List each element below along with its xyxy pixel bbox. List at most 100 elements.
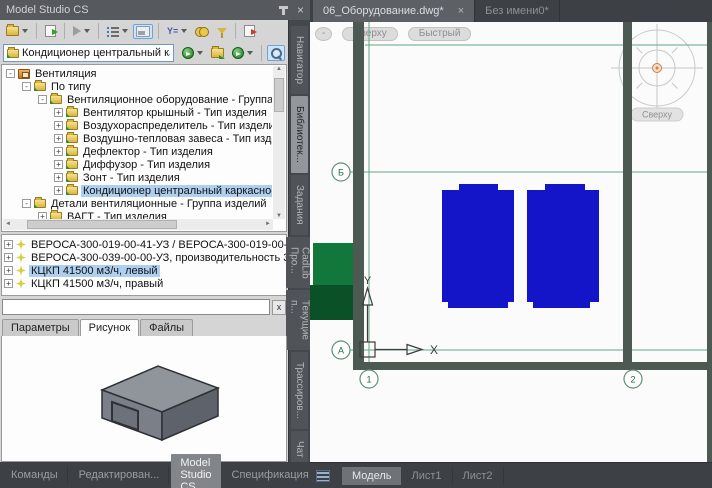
tree-item[interactable]: +Воздухораспределитель - Тип изделия [4,119,272,132]
document-tab[interactable]: Без имени0* [475,0,560,22]
tree-horizontal-scrollbar[interactable]: ◄ ► [3,219,273,230]
separator [64,23,65,39]
dropdown-caret-icon[interactable] [22,29,28,33]
collapse-icon[interactable]: - [38,95,47,104]
find-button[interactable] [192,25,212,38]
filter-clear-button[interactable]: x [272,300,286,315]
tree-item[interactable]: -По типу [4,80,272,93]
expand-icon[interactable]: + [54,147,63,156]
import-object-button[interactable] [42,23,59,39]
expand-icon[interactable]: + [54,160,63,169]
layout-tab-bar: МодельЛист1Лист2 [310,462,712,488]
expand-icon[interactable]: + [4,240,13,249]
dropdown-caret-icon[interactable] [84,29,90,33]
duct-fitting[interactable] [313,243,358,285]
expand-icon[interactable]: + [54,121,63,130]
collapse-icon[interactable]: - [6,69,15,78]
display-toggle-button[interactable] [133,24,153,39]
close-icon[interactable]: × [297,4,304,16]
insert-play-button[interactable] [70,24,93,38]
tree-item[interactable]: -Вентиляционное оборудование - Группа из [4,93,272,106]
sheet-tab[interactable]: Лист2 [453,467,504,485]
equipment-unit[interactable] [442,184,514,308]
workspace-tab[interactable]: Редактирован... [70,466,170,484]
equipment-unit[interactable] [527,184,599,308]
ucs-icon: YX [360,275,438,357]
expand-icon[interactable]: + [38,212,47,219]
scroll-right-icon[interactable]: ► [265,221,271,227]
tree-item[interactable]: -Детали вентиляционные - Группа изделий [4,197,272,210]
tree-item[interactable]: +Кондиционер центральный каркасно-пан [4,184,272,197]
dropdown-caret-icon[interactable] [181,29,187,33]
scroll-left-icon[interactable]: ◄ [5,221,11,227]
expand-icon[interactable]: + [54,186,63,195]
sheet-tab[interactable]: Модель [342,467,401,485]
ucs-x-label: X [430,343,438,357]
side-tab[interactable]: Навигатор [291,26,308,94]
edit-mode-button[interactable] [267,45,285,61]
view-direction-button[interactable]: Сверху [342,27,397,41]
view-compass[interactable]: Сверху [611,24,703,121]
collapse-icon[interactable]: - [22,82,31,91]
scroll-down-icon[interactable]: ▼ [276,213,282,219]
filter-row: x [0,296,288,318]
list-item[interactable]: +КЦКП 41500 м3/ч, левый [4,264,284,277]
expand-icon[interactable]: + [4,279,13,288]
workspace-tab[interactable]: Model Studio CS [171,454,220,488]
tree-item[interactable]: +Диффузор - Тип изделия [4,158,272,171]
expand-icon[interactable]: + [4,253,13,262]
duct-fitting[interactable] [310,285,358,320]
filter-funnel-button[interactable] [214,26,230,36]
dropdown-caret-icon[interactable] [197,51,203,55]
tree-item[interactable]: -Вентиляция [4,67,272,80]
separator [235,23,236,39]
scrollbar-thumb[interactable] [274,78,284,112]
workspace-tab[interactable]: Команды [2,466,68,484]
export-library-button[interactable] [3,24,31,38]
tab-Рисунок[interactable]: Рисунок [80,319,140,337]
search-combo-input[interactable] [22,47,170,59]
layout-list-icon[interactable] [316,470,330,482]
tab-Файлы[interactable]: Файлы [140,319,193,336]
filter-expression-button[interactable]: Y= [164,24,190,39]
viewport-menu-button[interactable]: - [315,27,332,41]
tree-item[interactable]: +Зонт - Тип изделия [4,171,272,184]
sheet-tab[interactable]: Лист1 [401,467,452,485]
dropdown-caret-icon[interactable] [122,29,128,33]
side-tab[interactable]: Библиотек... [291,96,308,173]
side-tab[interactable]: Задания [291,175,308,235]
expand-icon[interactable]: + [54,134,63,143]
scroll-up-icon[interactable]: ▲ [276,66,282,72]
side-tab[interactable]: Трассиров... [291,352,308,429]
document-tab[interactable]: 06_Оборудование.dwg*× [313,0,475,22]
library-toolbar-secondary [0,42,288,64]
close-tab-icon[interactable]: × [458,5,464,17]
list-item[interactable]: +КЦКП 41500 м3/ч, правый [4,277,284,290]
tree-vertical-scrollbar[interactable]: ▲ ▼ [273,66,285,219]
tab-Параметры[interactable]: Параметры [2,319,79,336]
drawing-viewport[interactable]: -СверхуБыстрый СверхуБА12YX [310,22,712,462]
workspace-tab[interactable]: Спецификация [223,466,319,484]
tree-item[interactable]: +Вентилятор крышный - Тип изделия [4,106,272,119]
insert-object-button[interactable] [179,45,206,61]
folder-open-icon [211,48,224,58]
collapse-icon[interactable]: - [22,199,31,208]
dropdown-caret-icon[interactable] [247,51,253,55]
refresh-library-button[interactable] [229,45,256,61]
tree-item[interactable]: +Дефлектор - Тип изделия [4,145,272,158]
filter-input[interactable] [2,299,270,315]
expand-icon[interactable]: + [54,173,63,182]
tree-item[interactable]: +Воздушно-тепловая завеса - Тип издели [4,132,272,145]
view-options-button[interactable] [104,24,131,39]
scrollbar-thumb[interactable] [27,220,177,229]
list-item[interactable]: +ВЕРОСА-300-019-00-41-УЗ / ВЕРОСА-300-01… [4,238,284,251]
search-combo[interactable] [3,44,174,62]
pin-icon[interactable] [282,6,285,15]
expand-icon[interactable]: + [54,108,63,117]
visual-style-button[interactable]: Быстрый [408,27,472,41]
open-library-button[interactable] [208,46,227,60]
list-item[interactable]: +ВЕРОСА-300-039-00-00-УЗ, производительн… [4,251,284,264]
expand-icon[interactable]: + [4,266,13,275]
tree-item[interactable]: +ВАГТ - Тип изделия [4,210,272,219]
export-dwg-button[interactable] [241,23,258,39]
